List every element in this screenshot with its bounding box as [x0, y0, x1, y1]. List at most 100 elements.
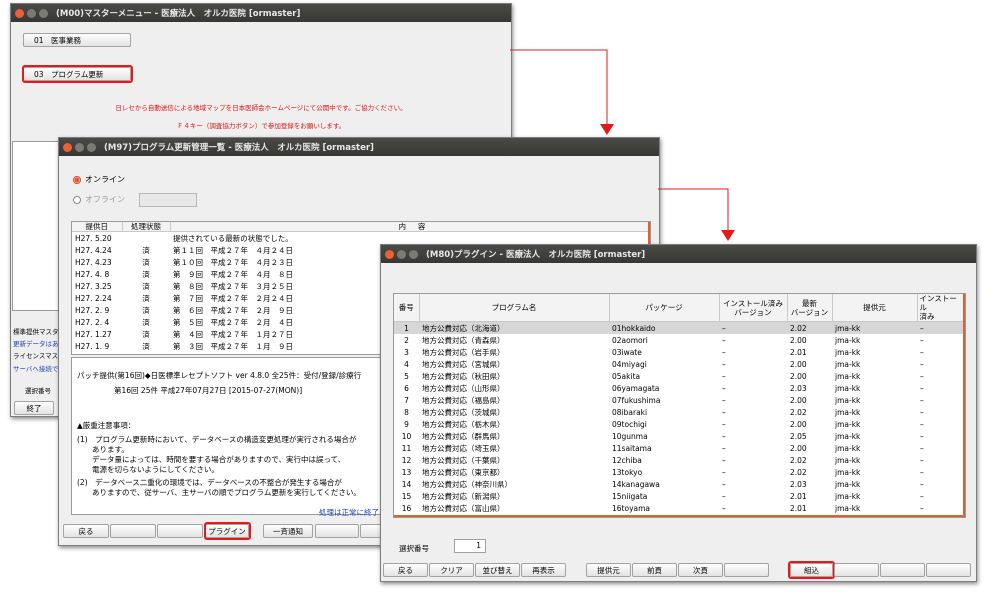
- cell-done: –: [920, 467, 924, 477]
- cell-package: 06yamagata: [612, 383, 660, 393]
- table-row[interactable]: 5 地方公費対応（秋田県） 05akita – 2.00 jma-kk –: [394, 370, 965, 382]
- online-radio[interactable]: オンライン: [73, 174, 125, 185]
- m80-f11-button[interactable]: [834, 563, 879, 577]
- medical-affairs-button[interactable]: 01 医事業務: [23, 33, 131, 47]
- col-installed-version[interactable]: インストール済み バージョン: [719, 294, 788, 322]
- m80-f13-button[interactable]: [926, 563, 971, 577]
- col-installed[interactable]: インストール 済み: [917, 294, 965, 322]
- table-row[interactable]: 15 地方公費対応（新潟県） 15niigata – 2.01 jma-kk –: [394, 490, 965, 502]
- col-provider[interactable]: 提供元: [832, 294, 918, 322]
- col-latest-version[interactable]: 最新 バージョン: [787, 294, 833, 322]
- cell-latest: 2.02: [790, 467, 807, 477]
- m80-back-button[interactable]: 戻る: [383, 563, 428, 577]
- online-radio-icon[interactable]: [73, 175, 81, 184]
- cell-inst: –: [722, 419, 726, 429]
- maximize-icon[interactable]: [87, 142, 96, 152]
- table-row[interactable]: 4 地方公費対応（宮城県） 04miyagi – 2.00 jma-kk –: [394, 358, 965, 370]
- cell-status: 済: [142, 281, 150, 291]
- minimize-icon[interactable]: [27, 8, 36, 18]
- clear-button[interactable]: クリア: [429, 563, 474, 577]
- maximize-icon[interactable]: [39, 8, 48, 18]
- minimize-icon[interactable]: [75, 142, 84, 152]
- cell-no: 1: [394, 321, 419, 334]
- cell-done: –: [920, 335, 924, 345]
- table-row[interactable]: 1 地方公費対応（北海道） 01hokkaido –2.02 jma-kk –: [394, 321, 965, 334]
- table-row[interactable]: 8 地方公費対応（茨城県） 08ibaraki – 2.02 jma-kk –: [394, 406, 965, 418]
- table-row[interactable]: 14 地方公費対応（神奈川県） 14kanagawa – 2.03 jma-kk –: [394, 478, 965, 490]
- m80-f9-button[interactable]: [724, 563, 769, 577]
- col-status[interactable]: 処理状態: [122, 222, 171, 232]
- cell-program: 地方公費対応（埼玉県）: [422, 443, 505, 453]
- cell-latest: 2.00: [790, 359, 807, 369]
- table-row[interactable]: 11 地方公費対応（埼玉県） 11saitama – 2.00 jma-kk –: [394, 442, 965, 454]
- table-row[interactable]: 16 地方公費対応（富山県） 16toyama – 2.01 jma-kk –: [394, 502, 965, 514]
- redisplay-button[interactable]: 再表示: [521, 563, 566, 577]
- close-icon[interactable]: [385, 249, 394, 259]
- m80-f12-button[interactable]: [880, 563, 925, 577]
- prev-page-button[interactable]: 前頁: [632, 563, 677, 577]
- table-row[interactable]: 3 地方公費対応（岩手県） 03iwate – 2.01 jma-kk –: [394, 346, 965, 358]
- m97-f6-button[interactable]: [315, 524, 359, 538]
- col-no[interactable]: 番号: [394, 294, 420, 322]
- offline-label: オフライン: [85, 195, 125, 204]
- cell-provider: jma-kk: [832, 321, 917, 334]
- table-row[interactable]: 7 地方公費対応（福島県） 07fukushima – 2.00 jma-kk –: [394, 394, 965, 406]
- cell-package: 04miyagi: [612, 359, 647, 369]
- table-row[interactable]: 2 地方公費対応（青森県） 02aomori – 2.00 jma-kk –: [394, 334, 965, 346]
- offline-radio[interactable]: オフライン: [73, 194, 125, 205]
- cell-inst: –: [722, 443, 726, 453]
- table-row[interactable]: 12 地方公費対応（千葉県） 12chiba – 2.02 jma-kk –: [394, 454, 965, 466]
- cell-no: 9: [404, 419, 409, 429]
- close-icon[interactable]: [15, 8, 24, 18]
- m97-back-button[interactable]: 戻る: [63, 524, 109, 538]
- bulk-notify-button[interactable]: 一斉通知: [263, 524, 313, 538]
- cell-inst: –: [722, 347, 726, 357]
- col-program-name[interactable]: プログラム名: [419, 294, 610, 322]
- close-icon[interactable]: [63, 142, 72, 152]
- cell-program: 地方公費対応（福島県）: [422, 395, 505, 405]
- provider-button[interactable]: 提供元: [586, 563, 631, 577]
- m80-scrollbar[interactable]: [963, 294, 965, 517]
- cell-latest: 2.00: [790, 443, 807, 453]
- cell-inst: –: [719, 321, 787, 334]
- select-number-value: 1: [476, 541, 481, 550]
- col-package[interactable]: パッケージ: [609, 294, 720, 322]
- cell-no: 16: [401, 503, 412, 513]
- cell-inst: –: [722, 359, 726, 369]
- cell-status: 済: [142, 293, 150, 303]
- cell-status: 済: [142, 341, 150, 351]
- cell-program: 地方公費対応（東京都）: [422, 467, 505, 477]
- cell-provider: jma-kk: [835, 395, 861, 405]
- plugin-window: (M80)プラグイン - 医療法人 オルカ医院 [ormaster] 番号 プロ…: [380, 244, 977, 582]
- cell-no: 14: [401, 479, 412, 489]
- table-row[interactable]: 6 地方公費対応（山形県） 06yamagata – 2.03 jma-kk –: [394, 382, 965, 394]
- m00-end-button[interactable]: 終了: [14, 401, 54, 415]
- minimize-icon[interactable]: [397, 249, 406, 259]
- table-row[interactable]: 10 地方公費対応（群馬県） 10gunma – 2.05 jma-kk –: [394, 430, 965, 442]
- cell-program: 地方公費対応（秋田県）: [422, 371, 505, 381]
- table-row[interactable]: 13 地方公費対応（東京都） 13tokyo – 2.02 jma-kk –: [394, 466, 965, 478]
- offline-radio-icon[interactable]: [73, 195, 81, 204]
- col-date[interactable]: 提供日: [72, 222, 123, 232]
- col-content[interactable]: 内 容: [170, 222, 650, 232]
- cell-done: –: [917, 321, 965, 334]
- cell-date: H27. 4.24: [75, 245, 112, 255]
- cell-no: 15: [401, 491, 412, 501]
- next-page-button[interactable]: 次頁: [678, 563, 723, 577]
- install-highlight: [788, 561, 835, 579]
- cell-program: 地方公費対応（新潟県）: [422, 491, 505, 501]
- select-number-input[interactable]: 1: [454, 539, 486, 553]
- table-row[interactable]: 9 地方公費対応（栃木県） 09tochigi – 2.00 jma-kk –: [394, 418, 965, 430]
- m97-f3-button[interactable]: [157, 524, 203, 538]
- offline-path-field[interactable]: [139, 193, 197, 207]
- maximize-icon[interactable]: [409, 249, 418, 259]
- cell-provider: jma-kk: [835, 479, 861, 489]
- sort-button[interactable]: 並び替え: [475, 563, 520, 577]
- arrow-m97-to-m80: [658, 188, 729, 230]
- m97-f2-button[interactable]: [110, 524, 156, 538]
- cell-latest: 2.03: [790, 383, 807, 393]
- cell-no: 3: [404, 347, 409, 357]
- m00-title: (M00)マスターメニュー - 医療法人 オルカ医院 [ormaster]: [56, 9, 301, 19]
- cell-date: H27. 4.23: [75, 257, 112, 267]
- table-row[interactable]: H27. 5.20 提供されている最新の状態でした。: [72, 232, 650, 245]
